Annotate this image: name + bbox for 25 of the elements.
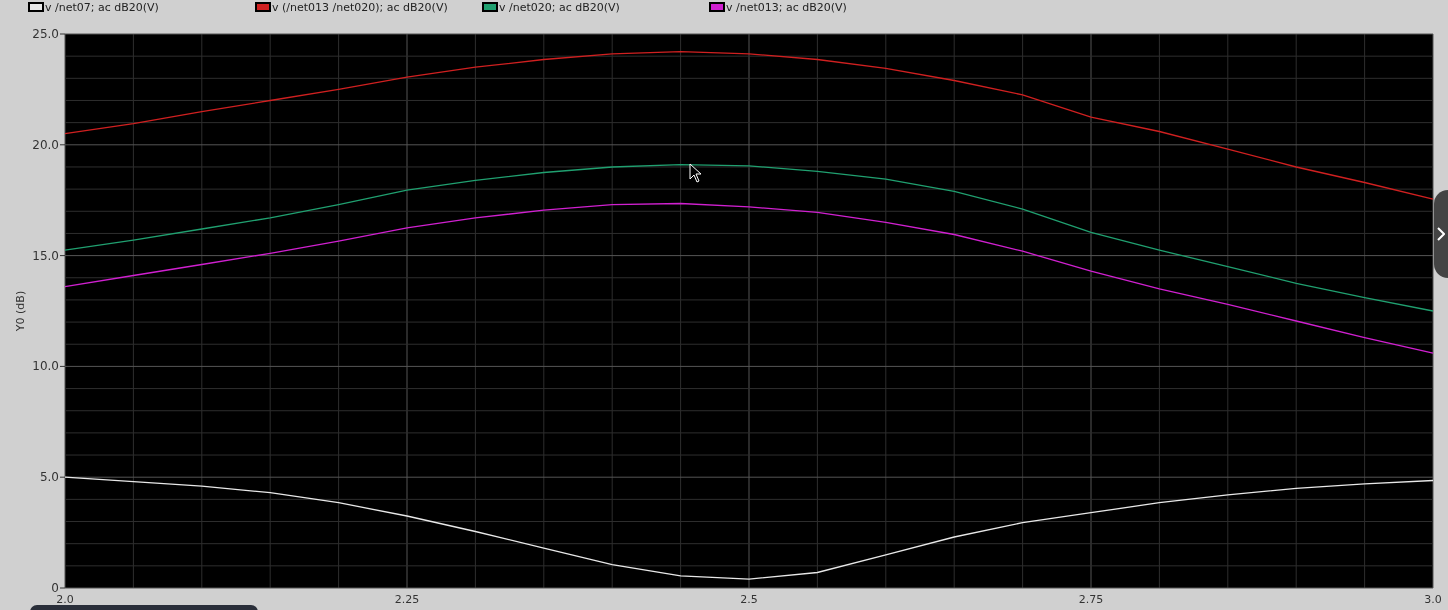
y-axis-title: Y0 (dB) bbox=[14, 290, 27, 332]
y-tick-label: 25.0 bbox=[32, 27, 66, 41]
y-tick-label: 15.0 bbox=[32, 248, 59, 263]
y-tick-label: 10.0 bbox=[32, 359, 59, 374]
legend-item: v /net013; ac dB20(V) bbox=[709, 0, 936, 14]
legend-item: v /net07; ac dB20(V) bbox=[28, 0, 255, 14]
y-tick-label: 0 bbox=[51, 581, 66, 595]
y-tick-label: 5.0 bbox=[39, 470, 59, 485]
chevron-icon bbox=[1437, 227, 1445, 241]
y-tick-label: 20.0 bbox=[32, 137, 59, 152]
legend-item: v /net020; ac dB20(V) bbox=[482, 0, 709, 14]
side-panel-button[interactable] bbox=[1434, 190, 1448, 278]
x-tick-label: 2.25 bbox=[394, 593, 420, 606]
x-tick-label: 3.0 bbox=[1424, 593, 1442, 606]
y-tick-label: 0 bbox=[51, 581, 59, 595]
y-tick-label: 15.0 bbox=[32, 248, 66, 263]
x-tick-label: 2.5 bbox=[740, 593, 758, 606]
x-tick-label: 2.0 bbox=[56, 593, 74, 606]
pointer-icon bbox=[689, 163, 702, 183]
x-tick-label: 2.75 bbox=[1078, 593, 1104, 606]
legend-item: v (/net013 /net020); ac dB20(V) bbox=[255, 0, 482, 14]
y-tick-label: 5.0 bbox=[39, 470, 66, 485]
y-tick-label: 10.0 bbox=[32, 359, 66, 374]
y-tick-label: 20.0 bbox=[32, 137, 66, 152]
y-tick-label: 25.0 bbox=[32, 27, 59, 41]
